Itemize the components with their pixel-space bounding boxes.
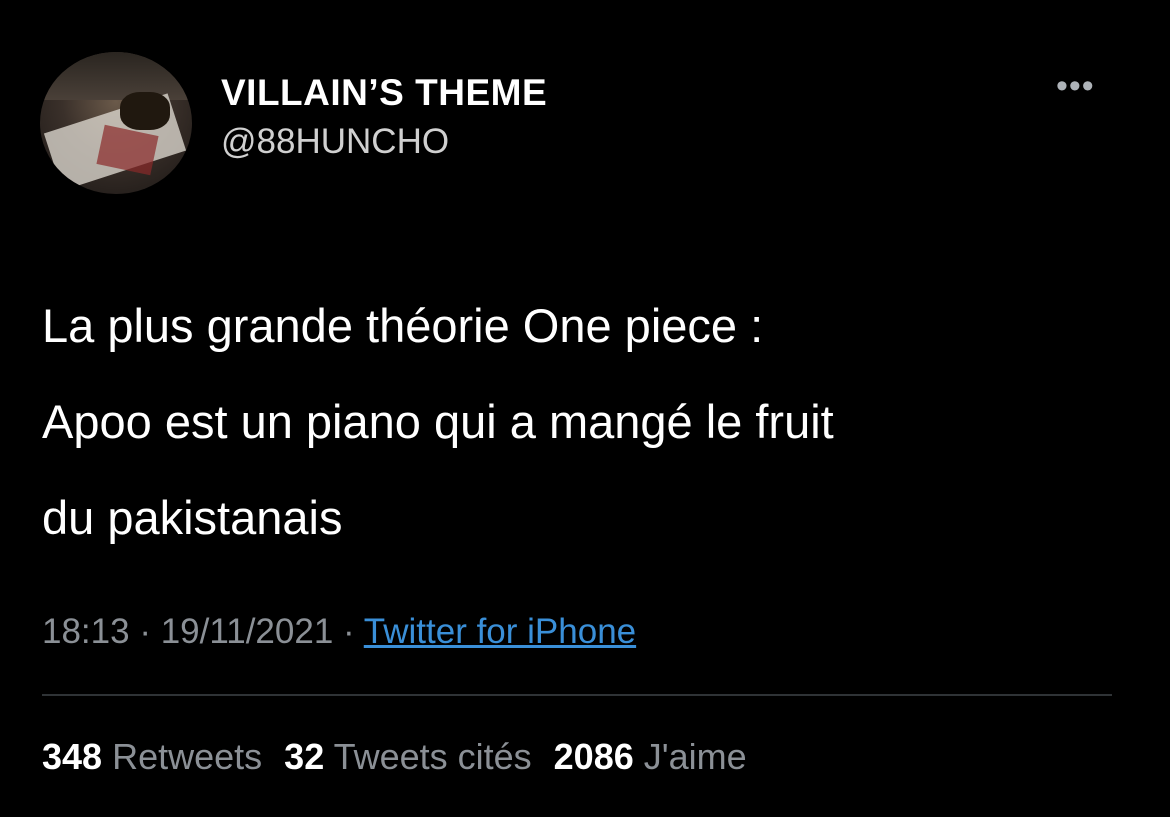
tweet-meta: 18:13 · 19/11/2021 · Twitter for iPhone [42, 612, 636, 652]
tweet-text: La plus grande théorie One piece : Apoo … [42, 278, 1142, 566]
tweet-line: du pakistanais [42, 491, 343, 544]
tweet-time: 18:13 [42, 612, 130, 651]
tweet-line: Apoo est un piano qui a mangé le fruit [42, 395, 834, 448]
meta-separator: · [343, 612, 355, 651]
avatar-shape-dark [120, 92, 170, 130]
quotes-count: 32 [284, 736, 325, 777]
author-display-name[interactable]: VILLAIN’S THEME [221, 72, 547, 114]
quotes-label: Tweets cités [333, 736, 532, 777]
avatar[interactable] [40, 52, 192, 194]
meta-separator: · [139, 612, 151, 651]
tweet-stats: 348 Retweets 32 Tweets cités 2086 J'aime [42, 736, 747, 778]
avatar-bg-top [40, 52, 192, 100]
retweets-stat[interactable]: 348 Retweets [42, 736, 262, 777]
tweet-line: La plus grande théorie One piece : [42, 299, 764, 352]
tweet-source-link[interactable]: Twitter for iPhone [364, 612, 636, 651]
likes-count: 2086 [553, 736, 634, 777]
likes-label: J'aime [643, 736, 747, 777]
retweets-count: 348 [42, 736, 103, 777]
tweet-date: 19/11/2021 [160, 612, 334, 651]
retweets-label: Retweets [112, 736, 263, 777]
divider [42, 694, 1112, 696]
quotes-stat[interactable]: 32 Tweets cités [284, 736, 531, 777]
author-handle[interactable]: @88HUNCHO [221, 122, 449, 162]
likes-stat[interactable]: 2086 J'aime [554, 736, 747, 777]
more-horizontal-icon[interactable]: ••• [1056, 69, 1095, 103]
